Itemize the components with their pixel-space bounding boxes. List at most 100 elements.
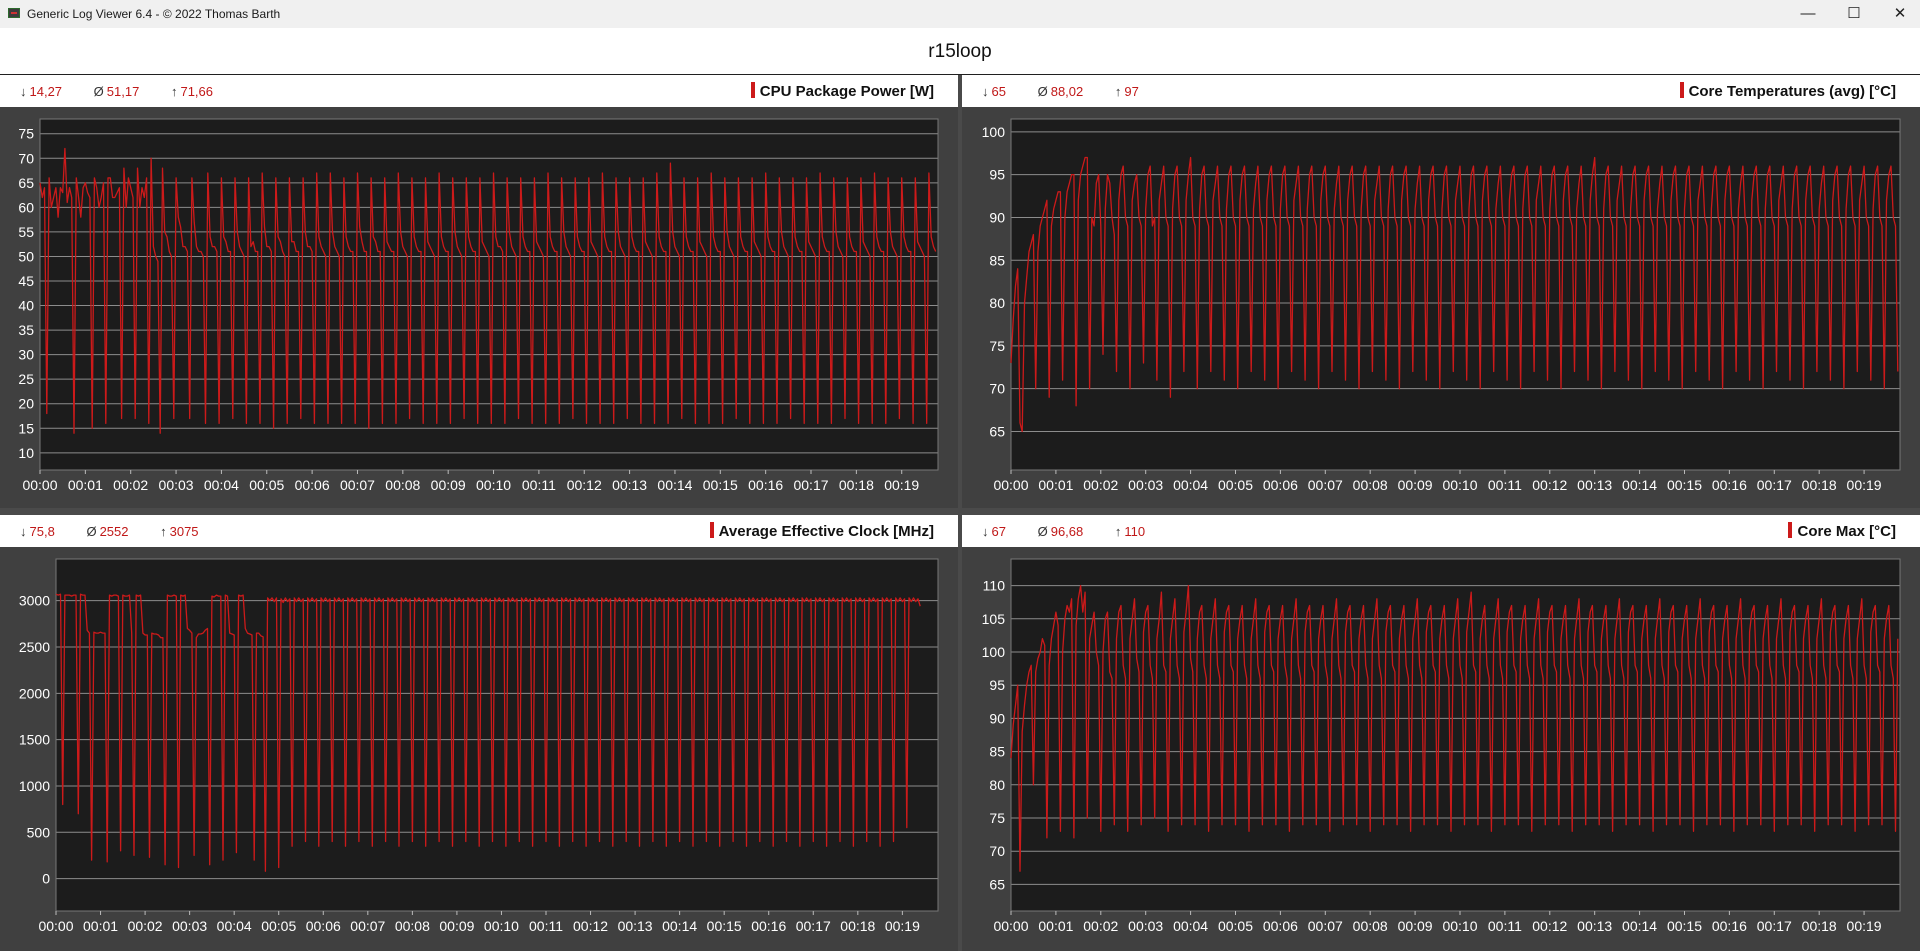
x-tick-label: 00:01 (1038, 477, 1073, 493)
x-tick-label: 00:01 (83, 918, 118, 934)
chart-header: ↓ 14,27 Ø 51,17 ↑ 71,66 CPU Package Power [… (0, 75, 958, 107)
x-tick-label: 00:09 (439, 918, 474, 934)
chart-title: Core Max [°C] (1788, 522, 1896, 540)
x-tick-label: 00:10 (1442, 477, 1477, 493)
x-tick-label: 00:02 (113, 477, 148, 493)
x-tick-label: 00:12 (1532, 918, 1567, 934)
chart-stats: ↓ 75,8 Ø 2552 ↑ 3075 (20, 524, 227, 539)
series-color-marker (1679, 82, 1684, 98)
x-tick-label: 00:15 (707, 918, 742, 934)
x-tick-label: 00:17 (1757, 918, 1792, 934)
y-tick-label: 80 (989, 295, 1005, 311)
x-tick-label: 00:13 (1577, 918, 1612, 934)
x-tick-label: 00:18 (840, 918, 875, 934)
x-tick-label: 00:02 (1083, 918, 1118, 934)
chart-panel-core-max: ↓ 67 Ø 96,68 ↑ 110 Core Max [°C] 65 70 75 80 85… (962, 515, 1920, 951)
x-tick-label: 00:16 (1712, 477, 1747, 493)
x-tick-label: 00:12 (573, 918, 608, 934)
chart-stats: ↓ 65 Ø 88,02 ↑ 97 (982, 84, 1167, 99)
x-tick-label: 00:19 (885, 918, 920, 934)
stat-avg: Ø 51,17 (93, 84, 140, 99)
window-titlebar: Generic Log Viewer 6.4 - © 2022 Thomas B… (0, 0, 1920, 29)
y-tick-label: 70 (18, 150, 34, 166)
x-tick-label: 00:18 (1802, 918, 1837, 934)
x-tick-label: 00:04 (204, 477, 239, 493)
x-tick-label: 00:19 (1847, 918, 1882, 934)
x-tick-label: 00:09 (431, 477, 466, 493)
x-tick-label: 00:04 (217, 918, 252, 934)
chart-plot[interactable]: 65 70 75 80 85 90 95 100 00:00 00:01 00:02 00:03 00:… (962, 107, 1920, 508)
y-tick-label: 85 (989, 252, 1005, 268)
stat-max: ↑ 97 (1114, 84, 1139, 99)
x-tick-label: 00:14 (1622, 918, 1657, 934)
x-tick-label: 00:18 (1802, 477, 1837, 493)
x-tick-label: 00:03 (172, 918, 207, 934)
x-tick-label: 00:02 (128, 918, 163, 934)
chart-plot[interactable]: 0 500 1000 1500 2000 2500 3000 00:00 00:01 00:02 0… (0, 547, 958, 951)
x-tick-label: 00:08 (385, 477, 420, 493)
chart-title: Average Effective Clock [MHz] (709, 522, 934, 540)
chart-stats: ↓ 14,27 Ø 51,17 ↑ 71,66 (20, 84, 241, 99)
x-tick-label: 00:00 (38, 918, 73, 934)
y-tick-label: 15 (18, 420, 34, 436)
x-tick-label: 00:02 (1083, 477, 1118, 493)
close-button[interactable]: ✕ (1877, 0, 1920, 28)
x-tick-label: 00:07 (1308, 477, 1343, 493)
x-tick-label: 00:12 (567, 477, 602, 493)
minimize-button[interactable]: — (1785, 0, 1831, 28)
x-tick-label: 00:09 (1398, 477, 1433, 493)
x-tick-label: 00:14 (1622, 477, 1657, 493)
x-tick-label: 00:12 (1532, 477, 1567, 493)
stat-avg: Ø 88,02 (1037, 84, 1084, 99)
x-tick-label: 00:00 (22, 477, 57, 493)
x-tick-label: 00:17 (793, 477, 828, 493)
x-tick-label: 00:03 (1128, 477, 1163, 493)
chart-panel-core-temperatures: ↓ 65 Ø 88,02 ↑ 97 Core Temperatures (avg) [… (962, 75, 1920, 508)
chart-panel-average-effective-clock: ↓ 75,8 Ø 2552 ↑ 3075 Average Effective Cloc… (0, 515, 958, 951)
x-tick-label: 00:05 (261, 918, 296, 934)
series-color-marker (1788, 522, 1793, 538)
y-tick-label: 2500 (19, 639, 50, 655)
x-tick-label: 00:19 (884, 477, 919, 493)
y-tick-label: 40 (18, 298, 34, 314)
x-tick-label: 00:07 (340, 477, 375, 493)
x-tick-label: 00:11 (529, 918, 563, 934)
y-tick-label: 75 (18, 126, 34, 142)
y-tick-label: 75 (989, 810, 1005, 826)
y-tick-label: 45 (18, 273, 34, 289)
x-tick-label: 00:15 (1667, 477, 1702, 493)
chart-plot[interactable]: 65 70 75 80 85 90 95 100 105 110 00:00 00:01 00:02 00… (962, 547, 1920, 951)
x-tick-label: 00:18 (839, 477, 874, 493)
stat-max: ↑ 71,66 (170, 84, 214, 99)
chart-title: Core Temperatures (avg) [°C] (1679, 82, 1896, 100)
x-tick-label: 00:03 (159, 477, 194, 493)
chart-header: ↓ 67 Ø 96,68 ↑ 110 Core Max [°C] (962, 515, 1920, 547)
y-tick-label: 110 (983, 578, 1006, 594)
x-tick-label: 00:06 (1263, 918, 1298, 934)
chart-panel-cpu-package-power: ↓ 14,27 Ø 51,17 ↑ 71,66 CPU Package Power [… (0, 75, 958, 508)
x-tick-label: 00:05 (1218, 477, 1253, 493)
x-tick-label: 00:08 (1353, 477, 1388, 493)
x-tick-label: 00:00 (993, 477, 1028, 493)
x-tick-label: 00:16 (748, 477, 783, 493)
y-tick-label: 500 (27, 824, 51, 840)
x-tick-label: 00:17 (1757, 477, 1792, 493)
stat-min: ↓ 65 (982, 84, 1006, 99)
x-tick-label: 00:14 (662, 918, 697, 934)
x-tick-label: 00:05 (249, 477, 284, 493)
series-color-marker (709, 522, 714, 538)
x-tick-label: 00:17 (796, 918, 831, 934)
y-tick-label: 80 (989, 777, 1005, 793)
y-tick-label: 2000 (19, 685, 50, 701)
x-tick-label: 00:07 (1308, 918, 1343, 934)
y-tick-label: 25 (18, 371, 34, 387)
chart-plot[interactable]: 10 15 20 25 30 35 40 45 50 55 60 65 70 75 00:00 00:01 00… (0, 107, 958, 508)
stat-avg: Ø 2552 (86, 524, 129, 539)
stat-max: ↑ 110 (1114, 524, 1146, 539)
maximize-button[interactable]: ☐ (1831, 0, 1877, 28)
y-tick-label: 85 (989, 744, 1005, 760)
plot-area (56, 559, 938, 911)
x-tick-label: 00:10 (476, 477, 511, 493)
chart-title: CPU Package Power [W] (750, 82, 934, 100)
x-tick-label: 00:01 (68, 477, 103, 493)
